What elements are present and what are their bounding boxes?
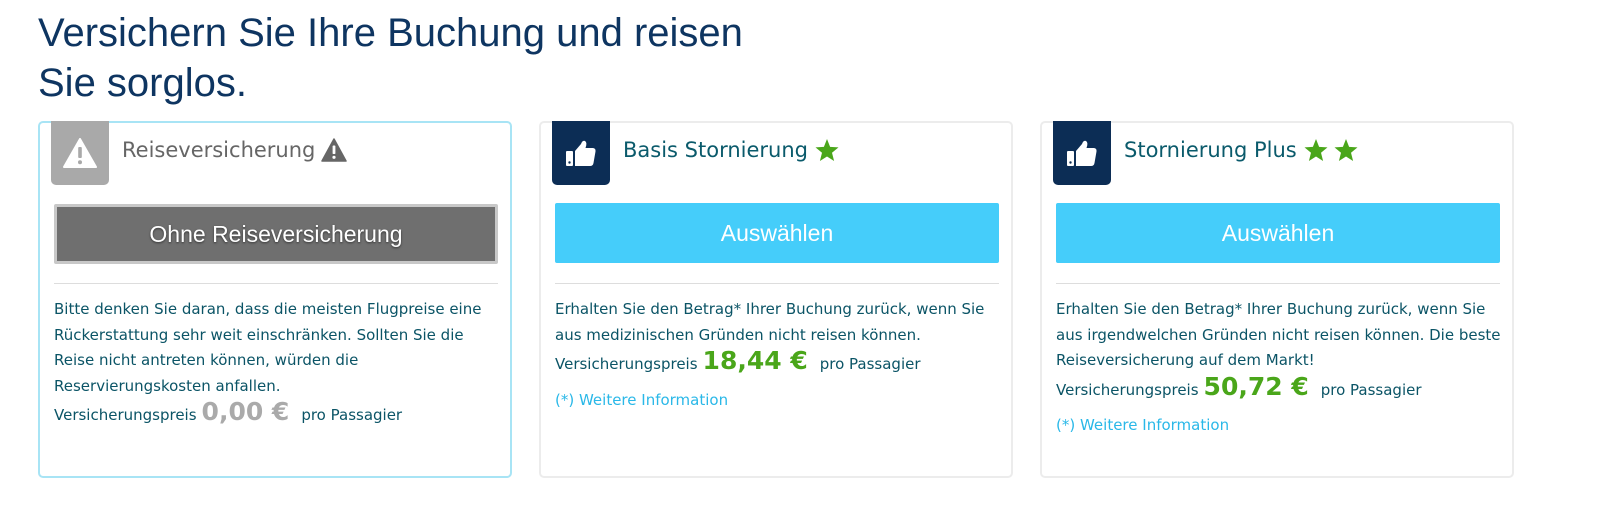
select-plus-button[interactable]: Auswählen xyxy=(1056,203,1500,263)
insurance-option-basic[interactable]: Basis Stornierung Auswählen Erhalten Sie… xyxy=(539,121,1013,478)
per-passenger-label: pro Passagier xyxy=(819,355,921,373)
select-basic-button[interactable]: Auswählen xyxy=(555,203,999,263)
price-label: Versicherungspreis xyxy=(555,355,698,373)
divider xyxy=(555,283,999,284)
more-info-link[interactable]: (*) Weitere Information xyxy=(555,388,728,414)
price-value: 50,72 € xyxy=(1203,371,1309,401)
price-label: Versicherungspreis xyxy=(54,406,197,424)
thumbs-up-icon xyxy=(1067,140,1097,166)
star-icon xyxy=(815,138,839,161)
page-title: Versichern Sie Ihre Buchung und reisen S… xyxy=(38,11,743,105)
price-value: 18,44 € xyxy=(702,346,808,375)
card-title: Basis Stornierung xyxy=(623,133,844,167)
card-title-text: Stornierung Plus xyxy=(1124,138,1297,162)
description-text: Bitte denken Sie daran, dass die meisten… xyxy=(54,300,482,395)
divider xyxy=(54,283,498,284)
insurance-option-plus[interactable]: Stornierung Plus Auswählen Erhalten Sie … xyxy=(1040,121,1514,478)
card-description: Bitte denken Sie daran, dass die meisten… xyxy=(54,297,504,429)
no-insurance-button[interactable]: Ohne Reiseversicherung xyxy=(54,204,498,264)
price-line: Versicherungspreis 50,72 € pro Passagier xyxy=(1056,374,1506,404)
price-label: Versicherungspreis xyxy=(1056,380,1199,399)
card-title: Reiseversicherung xyxy=(122,133,348,167)
more-info-link[interactable]: (*) Weitere Information xyxy=(1056,413,1229,439)
card-tab xyxy=(1053,121,1111,185)
thumbs-up-icon xyxy=(566,140,596,166)
card-tab xyxy=(51,121,109,185)
description-text: Erhalten Sie den Betrag* Ihrer Buchung z… xyxy=(555,300,985,344)
card-description: Erhalten Sie den Betrag* Ihrer Buchung z… xyxy=(555,297,1005,413)
price-value: 0,00 € xyxy=(201,397,290,426)
insurance-option-none[interactable]: Reiseversicherung Ohne Reiseversicherung… xyxy=(38,121,512,478)
price-line: Versicherungspreis 18,44 € pro Passagier xyxy=(555,348,1005,378)
per-passenger-label: pro Passagier xyxy=(301,406,403,424)
description-text: Erhalten Sie den Betrag* Ihrer Buchung z… xyxy=(1056,300,1501,369)
star-icon xyxy=(1334,138,1358,161)
card-tab xyxy=(552,121,610,185)
star-icon xyxy=(1304,138,1328,161)
price-line: Versicherungspreis 0,00 € pro Passagier xyxy=(54,399,504,429)
warning-icon xyxy=(321,138,348,162)
card-title: Stornierung Plus xyxy=(1124,133,1363,167)
card-title-text: Basis Stornierung xyxy=(623,138,808,162)
card-title-text: Reiseversicherung xyxy=(122,138,316,162)
card-description: Erhalten Sie den Betrag* Ihrer Buchung z… xyxy=(1056,297,1506,439)
warning-icon xyxy=(63,138,97,168)
divider xyxy=(1056,283,1500,284)
per-passenger-label: pro Passagier xyxy=(1320,380,1422,399)
